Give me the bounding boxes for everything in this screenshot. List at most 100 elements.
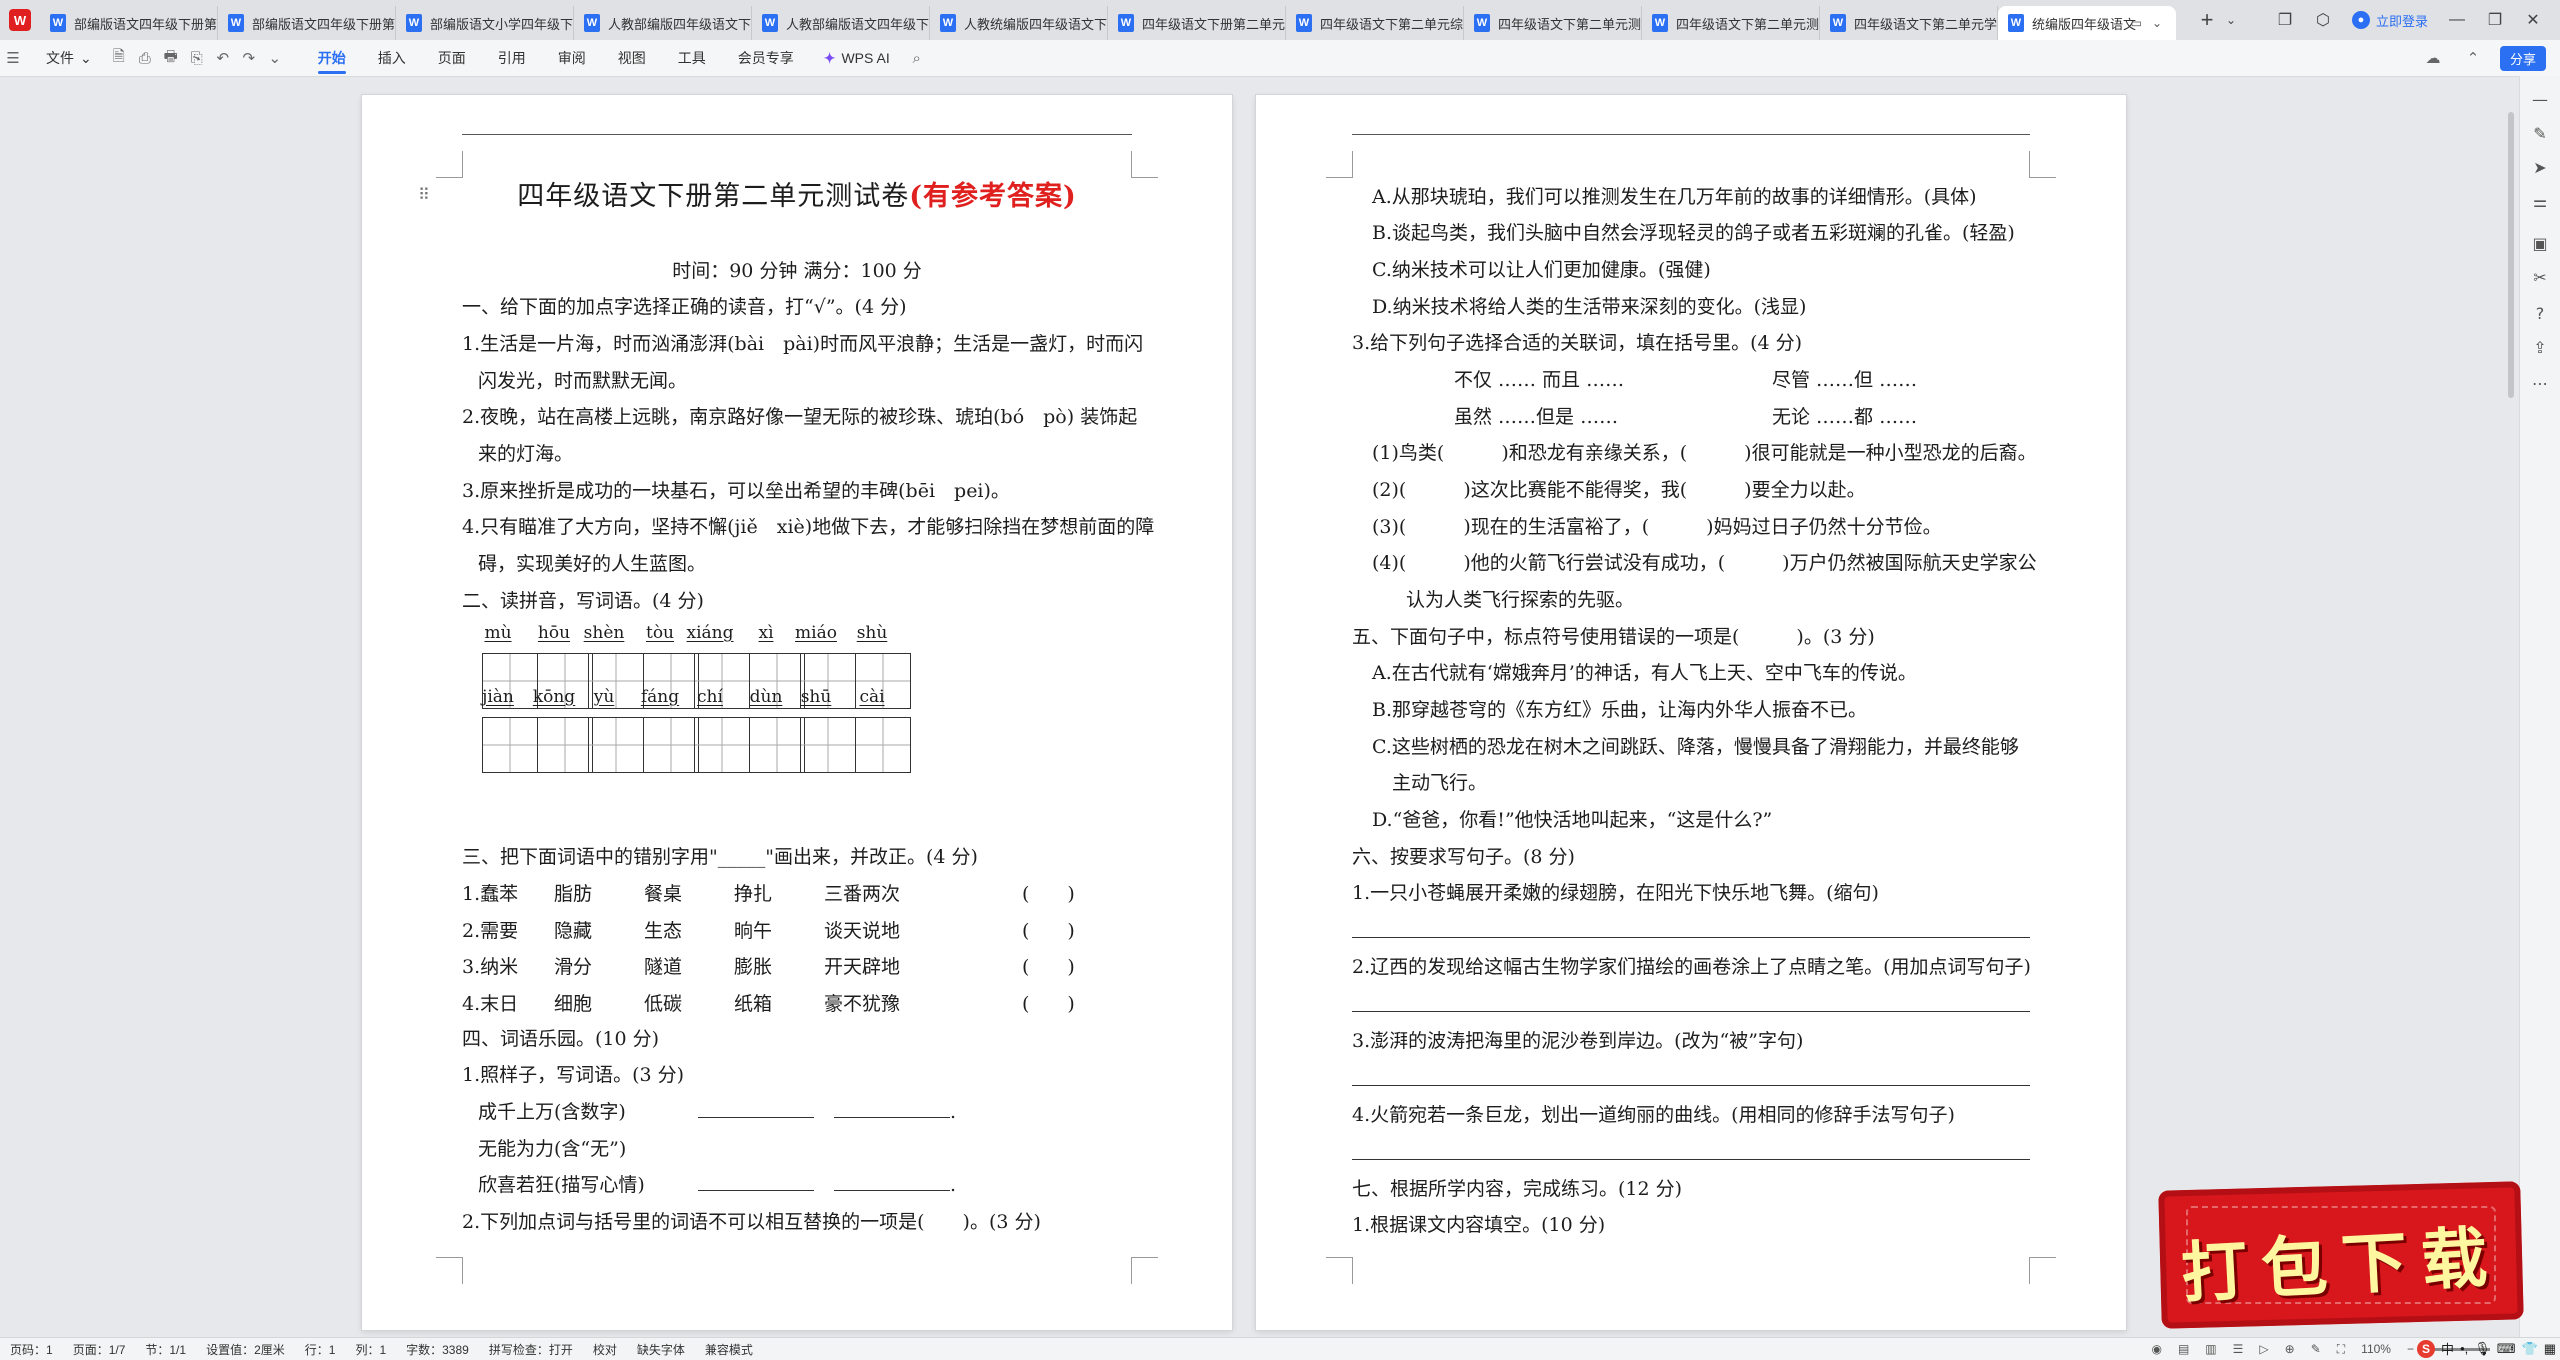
drag-handle-icon[interactable]: ⠿	[418, 185, 430, 204]
download-package-badge[interactable]: 打包下载	[2158, 1181, 2524, 1329]
keyboard-icon[interactable]: ⌨	[2497, 1341, 2516, 1357]
status-item[interactable]: 校对	[583, 1341, 627, 1358]
answer-blank[interactable]	[834, 1172, 950, 1191]
ribbon-tab[interactable]: 工具	[662, 40, 722, 76]
document-tab[interactable]: W 人教统编版四年级语文下	[930, 6, 1108, 40]
play-icon[interactable]: ▷	[2259, 1342, 2268, 1356]
redo-icon[interactable]: ↷	[236, 49, 262, 67]
writing-cell[interactable]	[854, 717, 911, 773]
print-icon[interactable]: 🖶	[158, 46, 184, 71]
ribbon-tab[interactable]: 插入	[362, 40, 422, 76]
punctuation-icon[interactable]: •,	[2460, 1341, 2468, 1356]
answer-line[interactable]	[1352, 1085, 2030, 1086]
correction-blank[interactable]: ( )	[1022, 990, 1075, 1018]
edit-mode-icon[interactable]: ✎	[2311, 1342, 2321, 1356]
web-view-icon[interactable]: ▥	[2205, 1342, 2216, 1356]
gallery-icon[interactable]: ▣	[2530, 234, 2550, 254]
pen-icon[interactable]: ✎	[2530, 124, 2550, 144]
wps-ai-button[interactable]: ✦ WPS AI	[810, 50, 904, 67]
close-window-icon[interactable]: ✕	[2524, 10, 2542, 30]
collapse-panel-icon[interactable]: —	[2530, 90, 2550, 110]
answer-blank[interactable]	[698, 1099, 814, 1118]
zoom-out-icon[interactable]: −	[2407, 1342, 2414, 1356]
menu-icon[interactable]: ☰	[0, 49, 26, 67]
document-tab[interactable]: W 部编版语文小学四年级下	[396, 6, 574, 40]
export-icon[interactable]: ⎙	[132, 50, 158, 67]
status-item[interactable]: 拼写检查：打开	[479, 1341, 583, 1358]
document-tab[interactable]: W 四年级语文下第二单元测	[1642, 6, 1820, 40]
search-icon[interactable]: ⌕	[904, 50, 930, 67]
writing-cell[interactable]	[536, 717, 593, 773]
correction-blank[interactable]: ( )	[1022, 917, 1075, 945]
tab-dropdown-icon[interactable]: ⌄	[2152, 16, 2162, 30]
correction-blank[interactable]: ( )	[1022, 953, 1075, 981]
document-tab[interactable]: W 四年级语文下第二单元测	[1464, 6, 1642, 40]
sogou-icon[interactable]: S	[2417, 1339, 2436, 1358]
document-tab[interactable]: W 部编版语文四年级下册第	[218, 6, 396, 40]
document-tab[interactable]: W 人教部编版四年级语文下	[574, 6, 752, 40]
answer-line[interactable]	[1352, 937, 2030, 938]
outline-view-icon[interactable]: ☰	[2233, 1342, 2244, 1356]
writing-cell[interactable]	[748, 717, 805, 773]
document-tab[interactable]: W 统编版四年级语文 ▭ ⌄	[1998, 6, 2176, 40]
file-menu[interactable]: 文件 ⌄	[26, 48, 106, 68]
help-icon[interactable]: ?	[2530, 304, 2550, 324]
share-button[interactable]: 分享	[2499, 45, 2546, 71]
answer-blank[interactable]	[698, 1172, 814, 1191]
answer-line[interactable]	[1352, 1159, 2030, 1160]
zoom-level[interactable]: 110%	[2361, 1342, 2391, 1356]
cloud-sync-icon[interactable]: ☁	[2420, 49, 2446, 67]
writing-cell[interactable]	[588, 717, 644, 773]
answer-line[interactable]	[1352, 1011, 2030, 1012]
more-quick-actions-icon[interactable]: ⌄	[262, 49, 288, 67]
chinese-mode-icon[interactable]: 中	[2441, 1339, 2454, 1358]
print-preview-icon[interactable]: ⎘	[184, 50, 210, 67]
tools-icon[interactable]: ✂	[2530, 268, 2550, 288]
ribbon-tab[interactable]: 开始	[302, 40, 362, 76]
share-panel-icon[interactable]: ⇪	[2530, 338, 2550, 358]
skin-icon[interactable]: ⬡	[2314, 10, 2332, 30]
page-view-icon[interactable]: ▤	[2178, 1342, 2189, 1356]
ribbon-tab[interactable]: 会员专享	[722, 40, 810, 76]
maximize-icon[interactable]: ❐	[2486, 10, 2504, 30]
fit-icon[interactable]: ⛶	[2337, 1342, 2345, 1357]
status-item[interactable]: 兼容模式	[695, 1341, 763, 1358]
eye-icon[interactable]: ◉	[2151, 1342, 2161, 1356]
tab-window-icon[interactable]: ▭	[2131, 16, 2142, 30]
answer-blank[interactable]	[834, 1099, 950, 1118]
writing-cell[interactable]	[482, 717, 538, 773]
document-page-2[interactable]: A.从那块琥珀，我们可以推测发生在几万年前的故事的详细情形。(具体) B.谈起鸟…	[1256, 95, 2126, 1330]
writing-cell[interactable]	[694, 717, 750, 773]
correction-blank[interactable]: ( )	[1022, 880, 1075, 908]
wps-logo[interactable]: W	[0, 0, 40, 40]
ribbon-tab[interactable]: 页面	[422, 40, 482, 76]
writing-cell[interactable]	[800, 717, 856, 773]
grid-tray-icon[interactable]: ▦	[2544, 1341, 2556, 1357]
skin-tray-icon[interactable]: 👕	[2522, 1341, 2538, 1357]
document-tab[interactable]: W 四年级语文下第二单元综	[1286, 6, 1464, 40]
undo-icon[interactable]: ↶	[210, 49, 236, 67]
ribbon-tab[interactable]: 引用	[482, 40, 542, 76]
document-tab[interactable]: W 四年级语文下第二单元学	[1820, 6, 1998, 40]
select-cursor-icon[interactable]: ➤	[2530, 158, 2550, 178]
document-page-1[interactable]: ⠿ 四年级语文下册第二单元测试卷(有参考答案) 时间：90 分钟 满分：100 …	[362, 95, 1232, 1330]
ribbon-tab[interactable]: 审阅	[542, 40, 602, 76]
minimize-icon[interactable]: —	[2448, 11, 2466, 29]
writing-cell[interactable]	[642, 717, 699, 773]
login-button[interactable]: ● 立即登录	[2351, 11, 2428, 30]
globe-icon[interactable]: ⊕	[2285, 1342, 2295, 1356]
document-tab[interactable]: W 四年级语文下册第二单元	[1108, 6, 1286, 40]
vertical-scrollbar[interactable]	[2508, 112, 2514, 398]
document-tab[interactable]: W 人教部编版语文四年级下	[752, 6, 930, 40]
ribbon-tab[interactable]: 视图	[602, 40, 662, 76]
new-tab-button[interactable]: +	[2192, 7, 2222, 33]
tab-list-dropdown-icon[interactable]: ⌄	[2226, 13, 2236, 27]
more-icon[interactable]: ⋯	[2530, 374, 2550, 394]
status-item[interactable]: 缺失字体	[627, 1341, 695, 1358]
save-icon[interactable]: 🗎	[106, 46, 132, 71]
mic-icon[interactable]: 🎙	[2474, 1341, 2491, 1357]
collapse-ribbon-icon[interactable]: ⌃	[2460, 49, 2486, 67]
document-tab[interactable]: W 部编版语文四年级下册第	[40, 6, 218, 40]
restore-window-icon[interactable]: ❐	[2276, 10, 2294, 30]
style-icon[interactable]: ⚌	[2530, 192, 2550, 212]
